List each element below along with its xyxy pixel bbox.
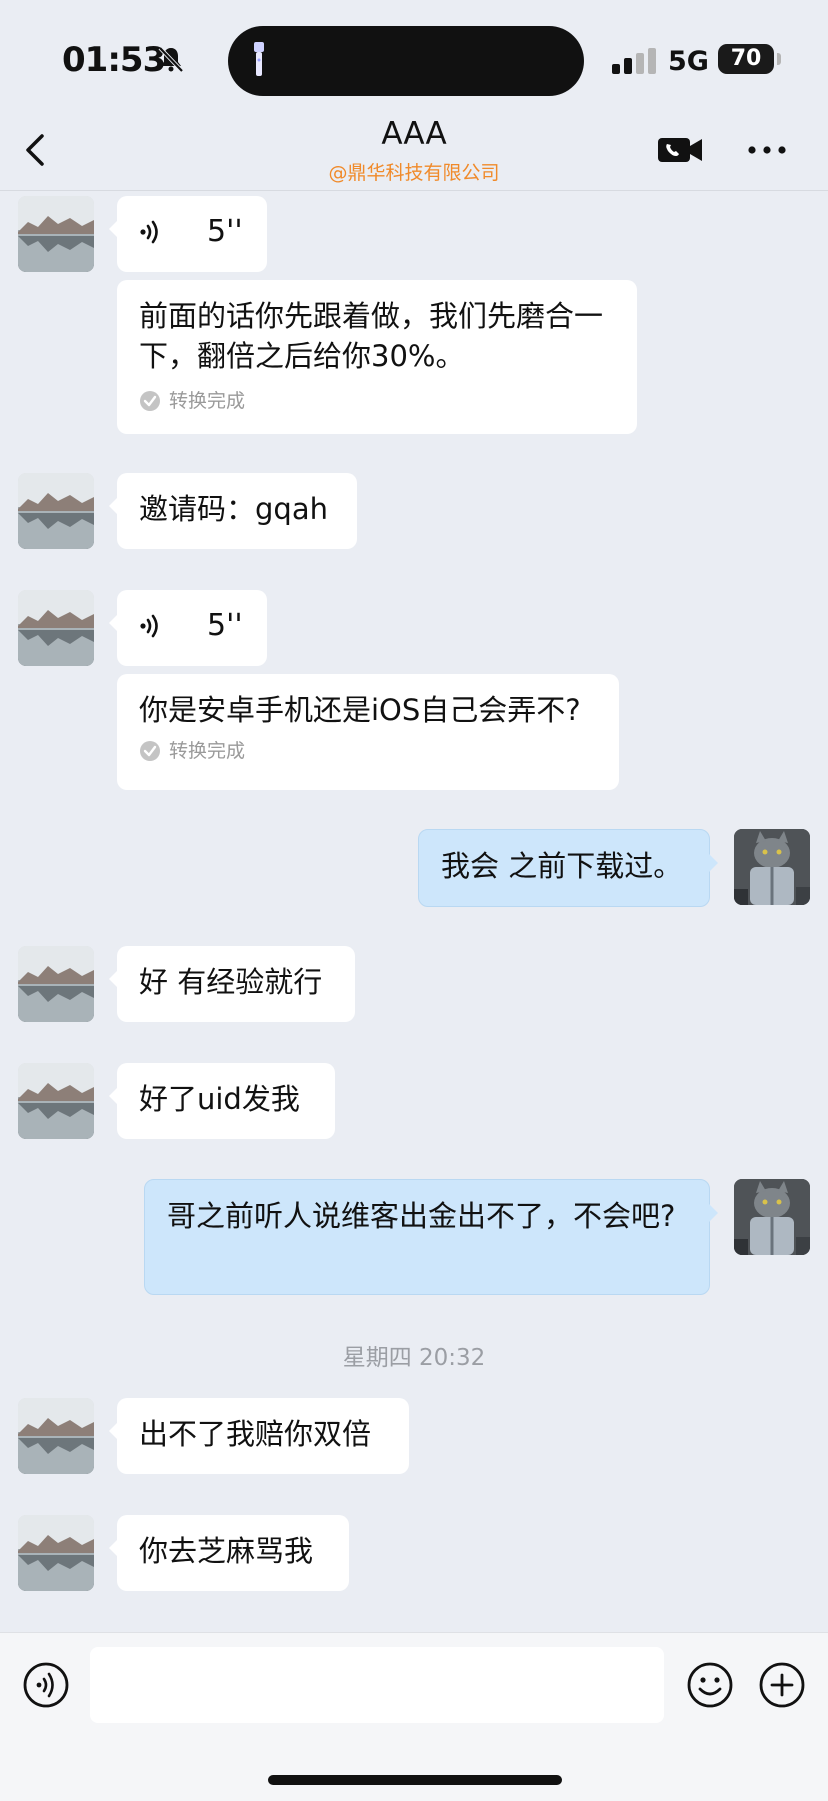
message-text: 我会 之前下载过。 — [441, 849, 683, 883]
signal-icon — [612, 48, 656, 74]
message-text: 好了uid发我 — [139, 1082, 300, 1116]
voice-transcript[interactable]: 前面的话你先跟着做，我们先磨合一下，翻倍之后给你30%。 转换完成 — [117, 280, 637, 434]
voice-wave-icon — [140, 614, 158, 638]
status-bar: 01:53 5G 70 — [0, 0, 828, 110]
text-message[interactable]: 好 有经验就行 — [109, 946, 355, 1022]
plus-icon[interactable] — [758, 1661, 806, 1709]
message-timestamp: 星期四 20:32 — [342, 1345, 486, 1371]
text-message[interactable]: 好了uid发我 — [109, 1063, 335, 1139]
status-time: 01:53 — [62, 40, 166, 80]
contact-avatar[interactable] — [18, 1515, 94, 1591]
check-circle-icon — [140, 391, 160, 411]
bell-muted-icon — [158, 46, 184, 73]
transcript-text: 前面的话你先跟着做，我们先磨合一下，翻倍之后给你30%。 — [139, 299, 604, 373]
transcript-status-label: 转换完成 — [169, 390, 246, 412]
emoji-icon[interactable] — [686, 1661, 734, 1709]
message-input-bar — [0, 1632, 828, 1801]
voice-message[interactable]: 5'' — [109, 590, 267, 666]
own-avatar[interactable] — [734, 829, 810, 905]
home-indicator[interactable] — [268, 1775, 562, 1785]
contact-avatar[interactable] — [18, 473, 94, 549]
transcript-status: 转换完成 — [139, 388, 615, 414]
battery-level: 70 — [718, 44, 774, 74]
more-dots-icon[interactable] — [746, 132, 788, 168]
text-message[interactable]: 出不了我赔你双倍 — [109, 1398, 409, 1474]
text-message[interactable]: 你去芝麻骂我 — [109, 1515, 349, 1591]
message-text: 邀请码：gqah — [139, 492, 328, 526]
contact-avatar[interactable] — [18, 946, 94, 1022]
text-message[interactable]: 邀请码：gqah — [109, 473, 357, 549]
network-type: 5G — [668, 46, 709, 77]
contact-avatar[interactable] — [18, 196, 94, 272]
transcript-status-label: 转换完成 — [169, 740, 246, 762]
voice-wave-icon — [140, 220, 158, 244]
message-text: 出不了我赔你双倍 — [139, 1417, 372, 1451]
flashlight-icon — [254, 42, 264, 76]
video-call-icon[interactable] — [656, 132, 704, 168]
contact-avatar[interactable] — [18, 1063, 94, 1139]
transcript-status: 转换完成 — [139, 738, 597, 764]
message-text: 哥之前听人说维客出金出不了，不会吧? — [167, 1199, 676, 1233]
contact-avatar[interactable] — [18, 590, 94, 666]
check-circle-icon — [140, 741, 160, 761]
own-text-message[interactable]: 我会 之前下载过。 — [418, 829, 718, 907]
battery-tip — [777, 53, 781, 65]
voice-transcript[interactable]: 你是安卓手机还是iOS自己会弄不? 转换完成 — [117, 674, 619, 790]
dynamic-island — [228, 26, 584, 96]
voice-input-icon[interactable] — [22, 1661, 70, 1709]
voice-duration: 5'' — [207, 608, 243, 643]
transcript-text: 你是安卓手机还是iOS自己会弄不? — [139, 693, 581, 727]
message-text: 你去芝麻骂我 — [139, 1534, 314, 1568]
own-avatar[interactable] — [734, 1179, 810, 1255]
message-input[interactable] — [90, 1647, 664, 1723]
contact-avatar[interactable] — [18, 1398, 94, 1474]
voice-duration: 5'' — [207, 214, 243, 249]
own-text-message[interactable]: 哥之前听人说维客出金出不了，不会吧? — [144, 1179, 718, 1295]
chat-header: AAA @鼎华科技有限公司 — [0, 110, 828, 191]
voice-message[interactable]: 5'' — [109, 196, 267, 272]
message-text: 好 有经验就行 — [139, 965, 323, 999]
